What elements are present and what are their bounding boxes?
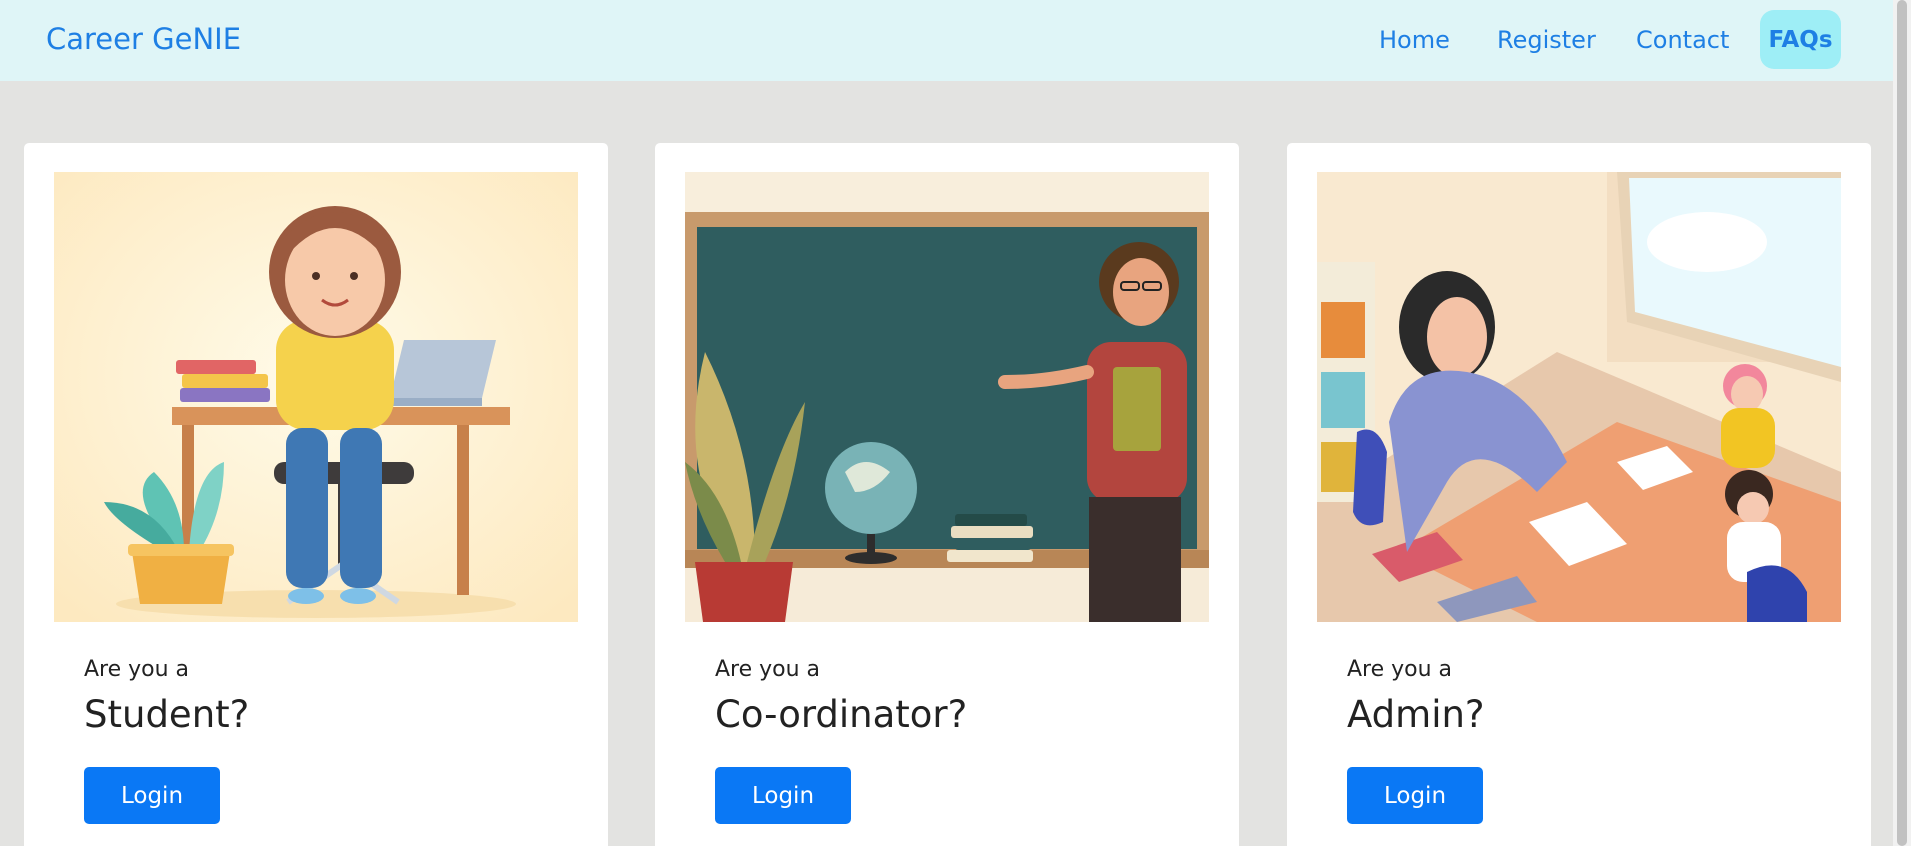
vertical-scrollbar[interactable]: [1893, 0, 1911, 846]
scrollbar-thumb[interactable]: [1897, 0, 1907, 846]
student-card: Are you a Student? Login: [24, 143, 608, 846]
top-navbar: Career GeNIE Home Register Contact FAQs: [0, 0, 1893, 81]
admin-role-title: Admin?: [1347, 693, 1485, 736]
admin-card: Are you a Admin? Login: [1287, 143, 1871, 846]
admin-login-button[interactable]: Login: [1347, 767, 1483, 824]
nav-register-link[interactable]: Register: [1497, 26, 1596, 54]
coordinator-role-title: Co-ordinator?: [715, 693, 968, 736]
card-pre-label: Are you a: [1347, 657, 1453, 682]
nav-faqs-link[interactable]: FAQs: [1760, 10, 1841, 69]
student-illustration: [54, 172, 578, 622]
brand-logo-link[interactable]: Career GeNIE: [46, 22, 241, 56]
student-login-button[interactable]: Login: [84, 767, 220, 824]
coordinator-login-button[interactable]: Login: [715, 767, 851, 824]
nav-home-link[interactable]: Home: [1379, 26, 1450, 54]
coordinator-card: Are you a Co-ordinator? Login: [655, 143, 1239, 846]
admin-illustration: [1317, 172, 1841, 622]
coordinator-illustration: [685, 172, 1209, 622]
nav-contact-link[interactable]: Contact: [1636, 26, 1729, 54]
student-role-title: Student?: [84, 693, 250, 736]
card-pre-label: Are you a: [84, 657, 190, 682]
card-pre-label: Are you a: [715, 657, 821, 682]
